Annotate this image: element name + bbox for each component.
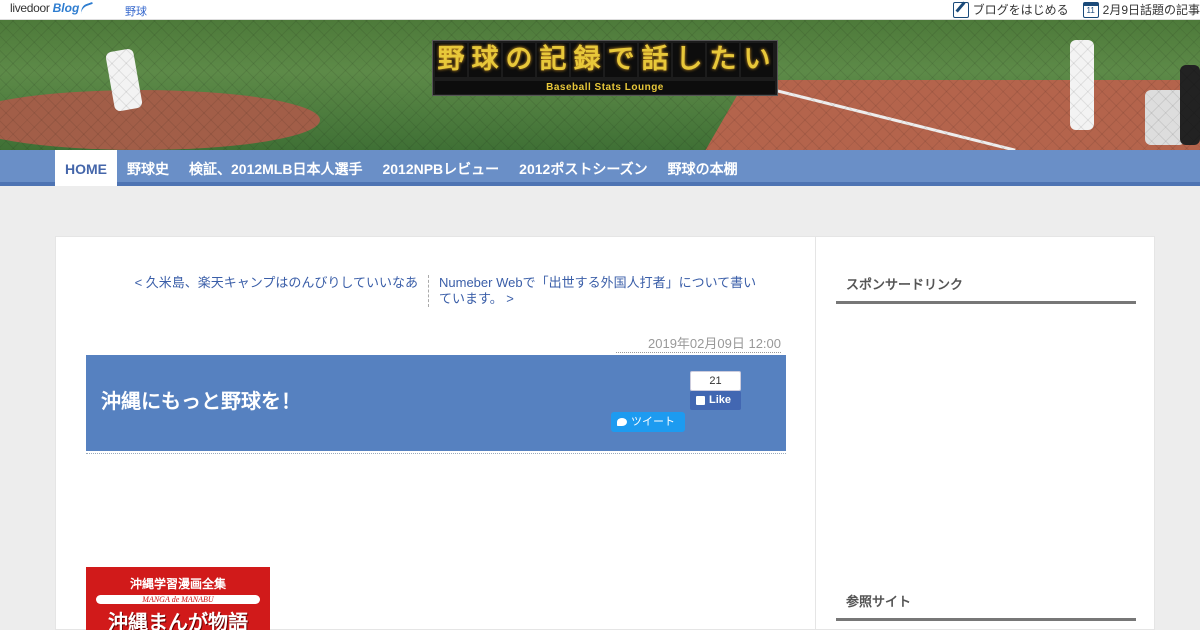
- like-label: Like: [709, 394, 732, 406]
- tweet-button[interactable]: ツイート: [611, 412, 685, 432]
- livedoor-blog-logo[interactable]: livedoor Blog: [10, 1, 96, 15]
- prev-article-link[interactable]: < 久米島、楽天キャンプはのんびりしていいなあ: [86, 275, 429, 307]
- edit-icon: [952, 1, 969, 18]
- topics-label: 2月9日話題の記事: [1102, 3, 1200, 17]
- title-char: 野: [435, 43, 467, 77]
- title-char: で: [605, 43, 637, 77]
- content-container: < 久米島、楽天キャンプはのんびりしていいなあ Numeber Webで「出世す…: [55, 236, 1155, 630]
- nav-bookshelf[interactable]: 野球の本棚: [658, 150, 748, 186]
- like-count: 21: [690, 371, 741, 391]
- title-char: た: [707, 43, 739, 77]
- nav-mlb-2012[interactable]: 検証、2012MLB日本人選手: [179, 150, 372, 186]
- title-char: 球: [469, 43, 501, 77]
- title-char: 録: [571, 43, 603, 77]
- title-char: の: [503, 43, 535, 77]
- blog-subtitle: Baseball Stats Lounge: [435, 81, 775, 94]
- next-article-link[interactable]: Numeber Webで「出世する外国人打者」について書いています。 >: [429, 275, 759, 307]
- nav-baseball-history[interactable]: 野球史: [117, 150, 179, 186]
- thumbs-up-icon: [696, 396, 705, 405]
- global-nav: HOME 野球史 検証、2012MLB日本人選手 2012NPBレビュー 201…: [0, 150, 1200, 186]
- title-char: い: [741, 43, 773, 77]
- livedoor-brand: livedoor: [10, 1, 50, 15]
- tweet-label: ツイート: [631, 416, 675, 428]
- header-banner[interactable]: 野 球 の 記 録 で 話 し た い Baseball Stats Loung…: [0, 20, 1200, 150]
- blog-title: 野 球 の 記 録 で 話 し た い: [433, 41, 777, 77]
- book-main-title: 沖縄まんが物語: [108, 610, 248, 630]
- post-date[interactable]: 2019年02月09日 12:00: [616, 333, 781, 353]
- reference-heading: 参照サイト: [836, 592, 1136, 621]
- book-series-sub: MANGA de MANABU: [96, 595, 260, 604]
- livedoor-topbar: livedoor Blog 野球 ブログをはじめる 11 2月9日話題の記事: [0, 0, 1200, 20]
- title-char: し: [673, 43, 705, 77]
- blog-brand: Blog: [52, 1, 80, 15]
- start-blog-label: ブログをはじめる: [972, 3, 1069, 17]
- topbar-right: ブログをはじめる 11 2月9日話題の記事: [952, 1, 1200, 18]
- title-char: 記: [537, 43, 569, 77]
- category-link[interactable]: 野球: [125, 3, 147, 19]
- post-header: 沖縄にもっと野球を！ 21 Like ツイート: [86, 355, 786, 451]
- blog-title-scoreboard[interactable]: 野 球 の 記 録 で 話 し た い Baseball Stats Loung…: [432, 40, 778, 96]
- start-blog-link[interactable]: ブログをはじめる: [952, 1, 1069, 18]
- reference-widget: 参照サイト: [836, 592, 1136, 621]
- post-divider: [86, 453, 786, 454]
- twitter-bird-icon: [617, 418, 627, 426]
- topics-link[interactable]: 11 2月9日話題の記事: [1082, 1, 1200, 18]
- nav-postseason[interactable]: 2012ポストシーズン: [509, 150, 657, 186]
- book-cover-image[interactable]: 沖縄学習漫画全集 MANGA de MANABU 沖縄まんが物語: [86, 567, 270, 630]
- sponsor-widget: スポンサードリンク: [836, 275, 1136, 304]
- facebook-like-button[interactable]: Like: [690, 391, 741, 410]
- nav-npb-review[interactable]: 2012NPBレビュー: [372, 150, 509, 186]
- article-column: < 久米島、楽天キャンプはのんびりしていいなあ Numeber Webで「出世す…: [56, 237, 816, 630]
- sponsor-heading: スポンサードリンク: [836, 275, 1136, 304]
- title-char: 話: [639, 43, 671, 77]
- post-title[interactable]: 沖縄にもっと野球を！: [101, 385, 301, 414]
- blog-wing-icon: [79, 1, 96, 15]
- book-series-title: 沖縄学習漫画全集: [129, 577, 226, 591]
- nav-home[interactable]: HOME: [55, 150, 117, 186]
- article-pager: < 久米島、楽天キャンプはのんびりしていいなあ Numeber Webで「出世す…: [86, 275, 786, 307]
- facebook-like-widget: 21 Like: [690, 371, 741, 410]
- calendar-icon: 11: [1082, 1, 1099, 18]
